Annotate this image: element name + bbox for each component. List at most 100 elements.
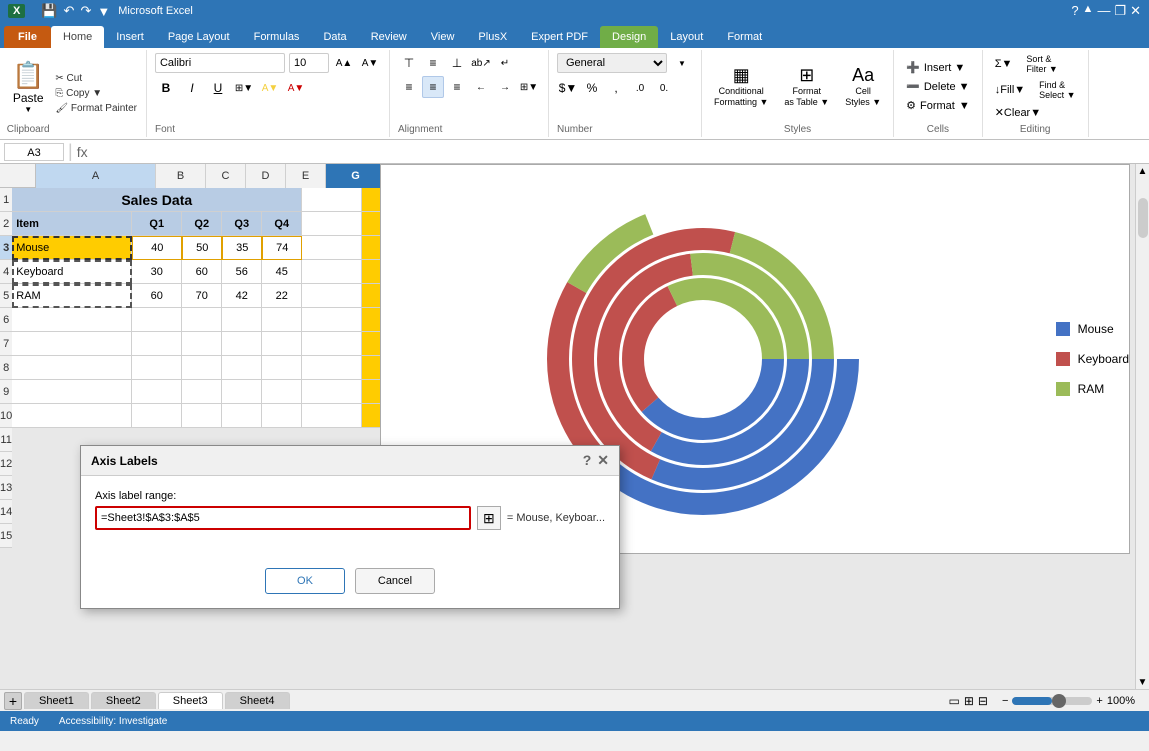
bold-button[interactable]: B: [155, 77, 177, 99]
redo-icon[interactable]: ↷: [78, 3, 93, 19]
comma-button[interactable]: ,: [605, 77, 627, 99]
row-num-13[interactable]: 13: [0, 476, 12, 500]
cell-b7[interactable]: [132, 332, 182, 356]
cell-f2[interactable]: [302, 212, 362, 236]
cell-f4[interactable]: [302, 260, 362, 284]
tab-view[interactable]: View: [419, 26, 467, 48]
tab-data[interactable]: Data: [311, 26, 358, 48]
cell-c6[interactable]: [182, 308, 222, 332]
middle-align-button[interactable]: ≡: [422, 52, 444, 74]
decrease-decimal-button[interactable]: 0.: [653, 77, 675, 99]
cell-d9[interactable]: [222, 380, 262, 404]
add-sheet-button[interactable]: +: [4, 692, 22, 710]
row-num-8[interactable]: 8: [0, 356, 12, 380]
page-layout-view-button[interactable]: ⊞: [964, 694, 974, 708]
col-header-D[interactable]: D: [246, 164, 286, 188]
cell-b8[interactable]: [132, 356, 182, 380]
dialog-help-button[interactable]: ?: [583, 452, 592, 469]
cell-a3[interactable]: Mouse: [12, 236, 132, 260]
cell-styles-button[interactable]: Aa CellStyles ▼: [839, 61, 887, 112]
cell-b4[interactable]: 30: [132, 260, 182, 284]
cell-a4[interactable]: Keyboard: [12, 260, 132, 284]
tab-page-layout[interactable]: Page Layout: [156, 26, 242, 48]
col-header-G[interactable]: G: [326, 164, 386, 188]
cell-b5[interactable]: 60: [132, 284, 182, 308]
cell-a10[interactable]: [12, 404, 132, 428]
row-num-6[interactable]: 6: [0, 308, 12, 332]
zoom-slider-thumb[interactable]: [1052, 694, 1066, 708]
scroll-up-button[interactable]: ▲: [1136, 164, 1149, 178]
cell-d6[interactable]: [222, 308, 262, 332]
cell-d5[interactable]: 42: [222, 284, 262, 308]
tab-review[interactable]: Review: [359, 26, 419, 48]
merge-center-button[interactable]: ⊞▼: [518, 76, 540, 98]
maximize-icon[interactable]: ❐: [1114, 3, 1126, 19]
percent-button[interactable]: %: [581, 77, 603, 99]
insert-function-icon[interactable]: fx: [77, 144, 88, 160]
cut-button[interactable]: ✂ Cut: [52, 72, 140, 85]
cell-c8[interactable]: [182, 356, 222, 380]
cell-a2[interactable]: Item: [12, 212, 132, 236]
insert-cells-button[interactable]: ➕ Insert ▼: [900, 59, 976, 76]
font-name-input[interactable]: [155, 53, 285, 73]
help-icon[interactable]: ?: [1071, 3, 1078, 19]
zoom-out-button[interactable]: −: [1002, 695, 1008, 707]
row-num-3[interactable]: 3: [0, 236, 12, 260]
decrease-size-button[interactable]: A▼: [359, 52, 381, 74]
sort-filter-button[interactable]: Sort &Filter ▼: [1020, 52, 1063, 76]
bottom-align-button[interactable]: ⊥: [446, 52, 468, 74]
cell-f8[interactable]: [302, 356, 362, 380]
align-left-button[interactable]: ≡: [398, 76, 420, 98]
customize-qat-icon[interactable]: ▼: [95, 4, 112, 19]
cell-d7[interactable]: [222, 332, 262, 356]
cell-e3[interactable]: 74: [262, 236, 302, 260]
cell-reference-box[interactable]: A3: [4, 143, 64, 161]
orientation-button[interactable]: ab↗: [470, 52, 492, 74]
cell-e7[interactable]: [262, 332, 302, 356]
row-num-15[interactable]: 15: [0, 524, 12, 548]
cell-e2[interactable]: Q4: [262, 212, 302, 236]
dialog-cancel-button[interactable]: Cancel: [355, 568, 435, 594]
currency-button[interactable]: $▼: [557, 77, 579, 99]
borders-button[interactable]: ⊞▼: [233, 77, 255, 99]
cell-b9[interactable]: [132, 380, 182, 404]
format-painter-button[interactable]: 🖌 Format Painter: [52, 102, 140, 115]
cell-f7[interactable]: [302, 332, 362, 356]
tab-design[interactable]: Design: [600, 26, 658, 48]
font-size-input[interactable]: [289, 53, 329, 73]
range-select-button[interactable]: ⊞: [477, 506, 501, 530]
tab-formulas[interactable]: Formulas: [242, 26, 312, 48]
copy-button[interactable]: ⎘ Copy ▼: [52, 87, 140, 100]
cell-a6[interactable]: [12, 308, 132, 332]
tab-plusx[interactable]: PlusX: [466, 26, 519, 48]
tab-expert-pdf[interactable]: Expert PDF: [519, 26, 600, 48]
fill-button[interactable]: ↓Fill▼: [989, 78, 1031, 102]
decrease-indent-button[interactable]: ←: [470, 76, 492, 98]
row-num-5[interactable]: 5: [0, 284, 12, 308]
tab-home[interactable]: Home: [51, 26, 104, 48]
cell-c9[interactable]: [182, 380, 222, 404]
window-controls[interactable]: ? ▲ — ❐ ✕: [1071, 3, 1141, 19]
format-as-table-button[interactable]: ⊞ Formatas Table ▼: [778, 61, 835, 112]
vertical-scrollbar[interactable]: ▲ ▼: [1135, 164, 1149, 689]
find-select-button[interactable]: Find &Select ▼: [1033, 78, 1081, 102]
sheet-tab-sheet1[interactable]: Sheet1: [24, 692, 89, 709]
cell-c5[interactable]: 70: [182, 284, 222, 308]
cell-a1[interactable]: Sales Data: [12, 188, 302, 212]
cell-d3[interactable]: 35: [222, 236, 262, 260]
row-num-9[interactable]: 9: [0, 380, 12, 404]
cell-f1[interactable]: [302, 188, 362, 212]
normal-view-button[interactable]: ▭: [949, 694, 960, 708]
cell-f10[interactable]: [302, 404, 362, 428]
increase-size-button[interactable]: A▲: [333, 52, 355, 74]
col-header-E[interactable]: E: [286, 164, 326, 188]
zoom-in-button[interactable]: +: [1096, 695, 1102, 707]
autosum-button[interactable]: Σ▼: [989, 52, 1019, 76]
save-icon[interactable]: 💾: [39, 3, 59, 19]
cell-a7[interactable]: [12, 332, 132, 356]
underline-button[interactable]: U: [207, 77, 229, 99]
italic-button[interactable]: I: [181, 77, 203, 99]
col-header-A[interactable]: A: [36, 164, 156, 188]
cell-c2[interactable]: Q2: [182, 212, 222, 236]
cell-c7[interactable]: [182, 332, 222, 356]
